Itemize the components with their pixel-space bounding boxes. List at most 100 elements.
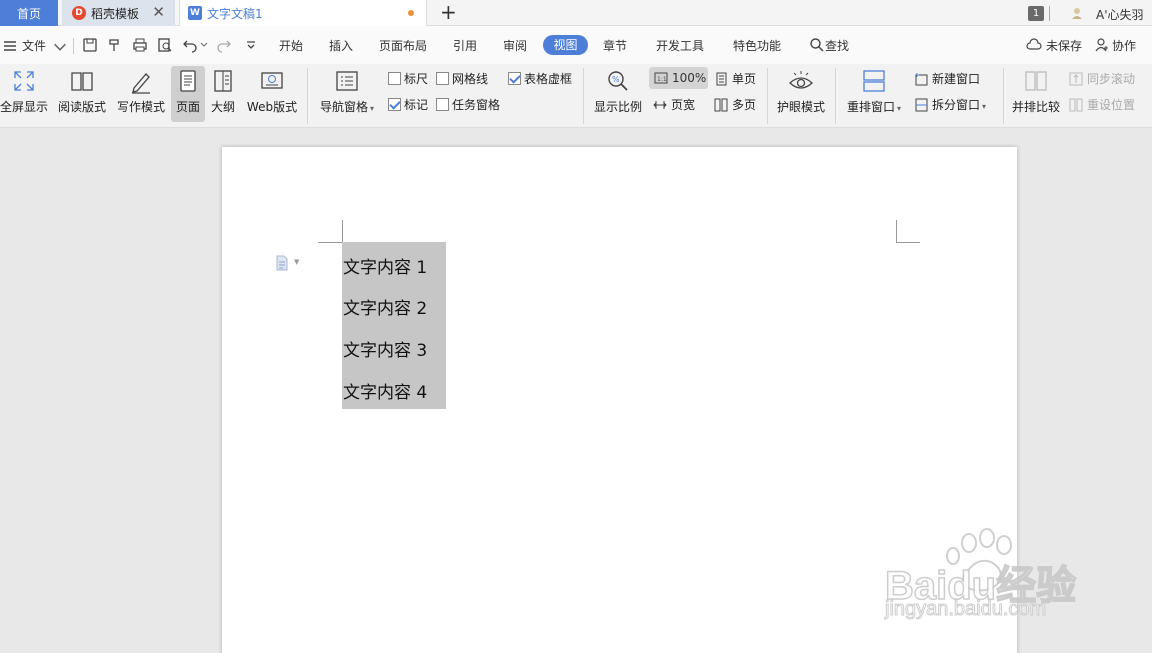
outline-button[interactable]: 大纲 — [208, 66, 238, 122]
user-name[interactable]: A'心失羽 — [1096, 6, 1144, 23]
document-line[interactable]: 文字内容 4 — [343, 378, 427, 403]
divider — [835, 68, 836, 124]
hamburger-menu-icon[interactable] — [3, 38, 19, 54]
fullscreen-button[interactable]: 全屏显示 — [0, 66, 48, 122]
page-width-icon — [653, 100, 667, 109]
menu-developer-tools[interactable]: 开发工具 — [656, 37, 704, 54]
marks-checkbox[interactable]: 标记 — [388, 96, 428, 113]
web-layout-icon — [261, 72, 283, 89]
unsaved-status[interactable]: 未保存 — [1046, 37, 1082, 54]
table-gridlines-checkbox-box[interactable] — [508, 72, 521, 85]
nav-pane-icon — [336, 71, 358, 91]
reading-layout-button[interactable]: 阅读版式 — [56, 66, 108, 122]
writer-doc-icon: W — [188, 6, 202, 20]
side-by-side-label: 并排比较 — [1011, 100, 1060, 114]
menu-home[interactable]: 开始 — [279, 37, 303, 54]
writing-mode-button[interactable]: 写作模式 — [115, 66, 167, 122]
menu-chapter[interactable]: 章节 — [603, 37, 627, 54]
undo-dropdown-icon[interactable] — [200, 41, 208, 49]
search-icon[interactable] — [809, 37, 825, 53]
task-pane-checkbox-box[interactable] — [436, 98, 449, 111]
tab-home[interactable]: 首页 — [0, 0, 58, 26]
format-painter-icon[interactable] — [107, 37, 123, 53]
outline-icon — [214, 70, 232, 92]
task-pane-checkbox[interactable]: 任务窗格 — [436, 96, 500, 113]
single-page-button[interactable]: 单页 — [714, 70, 756, 87]
pencil-icon — [132, 73, 150, 94]
collaborate-button[interactable]: 协作 — [1112, 37, 1136, 54]
split-window-button[interactable]: 拆分窗口 ▾ — [914, 96, 986, 113]
tab-document[interactable]: W 文字文稿1 — [179, 0, 427, 26]
multi-page-button[interactable]: 多页 — [714, 96, 756, 113]
divider — [73, 38, 74, 54]
ruler-checkbox-box[interactable] — [388, 72, 401, 85]
eye-protection-label: 护眼模式 — [776, 100, 825, 114]
reset-position-button[interactable]: 重设位置 — [1069, 96, 1135, 113]
menu-page-layout[interactable]: 页面布局 — [379, 37, 427, 54]
document-line[interactable]: 文字内容 2 — [343, 294, 427, 319]
chevron-down-icon[interactable]: ▼ — [294, 258, 299, 266]
cloud-icon[interactable] — [1026, 37, 1042, 53]
menu-references[interactable]: 引用 — [453, 37, 477, 54]
menu-insert[interactable]: 插入 — [329, 37, 353, 54]
watermark-url: jingyan.baidu.com — [884, 598, 1047, 621]
zoom-reset-icon: 1:1 — [654, 72, 668, 84]
user-avatar-icon[interactable] — [1070, 6, 1084, 20]
tab-home-label: 首页 — [16, 6, 41, 21]
tab-document-label: 文字文稿1 — [207, 6, 263, 21]
marks-checkbox-box[interactable] — [388, 98, 401, 111]
unsaved-indicator — [408, 10, 414, 16]
tab-template-label: 稻壳模板 — [91, 6, 140, 21]
web-layout-button[interactable]: Web版式 — [245, 66, 299, 122]
new-window-label: 新建窗口 — [932, 72, 981, 86]
print-icon[interactable] — [132, 37, 148, 53]
gridlines-label: 网格线 — [452, 72, 489, 86]
margin-corner-mark — [342, 220, 343, 242]
eye-icon — [789, 71, 813, 89]
window-count-badge[interactable]: 1 — [1028, 6, 1044, 21]
save-icon[interactable] — [82, 37, 98, 53]
menu-view[interactable]: 视图 — [543, 35, 588, 55]
sync-scroll-button[interactable]: 同步滚动 — [1069, 70, 1135, 87]
collaborate-icon[interactable] — [1094, 37, 1110, 53]
ruler-checkbox[interactable]: 标尺 — [388, 70, 428, 87]
document-line[interactable]: 文字内容 3 — [343, 336, 427, 361]
gridlines-checkbox-box[interactable] — [436, 72, 449, 85]
menu-review[interactable]: 审阅 — [503, 37, 527, 54]
reset-position-icon — [1069, 98, 1083, 111]
multi-page-icon — [714, 98, 728, 111]
svg-text:1:1: 1:1 — [657, 76, 667, 83]
rearrange-windows-button[interactable]: 重排窗口 ▾ — [843, 66, 905, 122]
gridlines-checkbox[interactable]: 网格线 — [436, 70, 488, 87]
page-view-button[interactable]: 页面 — [171, 66, 205, 122]
tab-bar: 首页 D 稻壳模板 ✕ W 文字文稿1 + 1 A'心失羽 — [0, 0, 1152, 26]
document-line[interactable]: 文字内容 1 — [343, 253, 427, 278]
zoom-100-button[interactable]: 1:1 100% — [649, 67, 708, 89]
redo-icon[interactable] — [216, 37, 232, 53]
page-width-button[interactable]: 页宽 — [653, 96, 695, 113]
menu-special-features[interactable]: 特色功能 — [733, 37, 781, 54]
new-window-button[interactable]: 新建窗口 — [914, 70, 980, 87]
close-icon[interactable]: ✕ — [152, 4, 165, 20]
paragraph-layout-icon[interactable] — [275, 255, 289, 271]
single-page-label: 单页 — [732, 72, 757, 86]
zoom-button[interactable]: % 显示比例 — [592, 66, 644, 122]
menu-file[interactable]: 文件 — [22, 37, 46, 54]
eye-protection-button[interactable]: 护眼模式 — [774, 66, 828, 122]
sync-scroll-label: 同步滚动 — [1087, 72, 1136, 86]
undo-icon[interactable] — [182, 37, 198, 53]
customize-toolbar-icon[interactable] — [243, 37, 259, 53]
menu-search[interactable]: 查找 — [825, 37, 849, 54]
writing-mode-label: 写作模式 — [116, 100, 165, 114]
print-preview-icon[interactable] — [157, 37, 173, 53]
rearrange-windows-icon — [863, 70, 885, 92]
chevron-down-icon[interactable] — [52, 39, 68, 55]
table-gridlines-checkbox[interactable]: 表格虚框 — [508, 70, 572, 87]
zoom-icon: % — [608, 71, 628, 91]
task-pane-label: 任务窗格 — [452, 98, 501, 112]
nav-pane-button[interactable]: 导航窗格 ▾ — [316, 66, 378, 122]
outline-label: 大纲 — [210, 100, 235, 114]
add-tab-button[interactable]: + — [440, 1, 457, 23]
side-by-side-button[interactable]: 并排比较 — [1010, 66, 1062, 122]
tab-template[interactable]: D 稻壳模板 ✕ — [62, 0, 175, 26]
